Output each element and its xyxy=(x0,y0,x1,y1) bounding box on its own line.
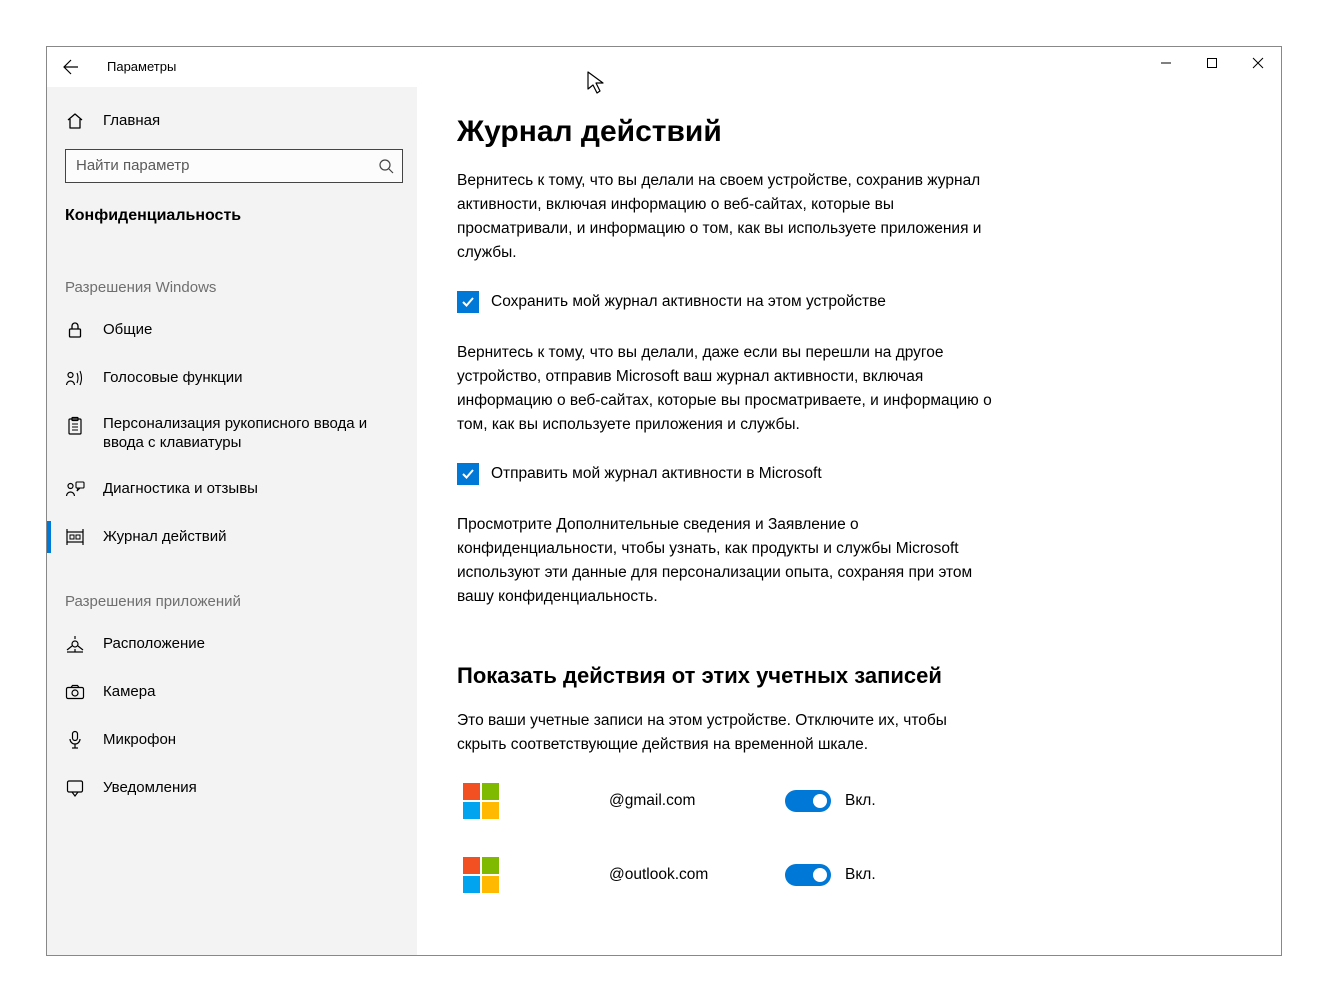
account-name: @gmail.com xyxy=(609,792,785,810)
toggle-state-label: Вкл. xyxy=(845,792,876,810)
main-content: Журнал действий Вернитесь к тому, что вы… xyxy=(417,87,1281,955)
checkbox-icon xyxy=(457,291,479,313)
intro-paragraph-2: Вернитесь к тому, что вы делали, даже ес… xyxy=(457,341,997,437)
sidebar-item-location[interactable]: Расположение xyxy=(47,620,417,668)
page-title: Журнал действий xyxy=(457,115,1241,149)
sidebar-item-notifications[interactable]: Уведомления xyxy=(47,764,417,812)
checkbox-label: Сохранить мой журнал активности на этом … xyxy=(491,293,886,311)
sidebar-item-inking[interactable]: Персонализация рукописного ввода и ввода… xyxy=(47,402,417,465)
window-controls xyxy=(1143,47,1281,79)
window-title: Параметры xyxy=(95,59,176,74)
accounts-paragraph: Это ваши учетные записи на этом устройст… xyxy=(457,709,997,757)
sidebar-item-label: Микрофон xyxy=(103,730,176,750)
home-icon xyxy=(65,111,85,131)
search-box[interactable] xyxy=(65,149,403,183)
toggle-state-label: Вкл. xyxy=(845,866,876,884)
settings-window: Параметры Главная xyxy=(46,46,1282,956)
sidebar-item-diagnostics[interactable]: Диагностика и отзывы xyxy=(47,465,417,513)
sidebar-item-label: Общие xyxy=(103,320,152,340)
titlebar: Параметры xyxy=(47,47,1281,87)
microphone-icon xyxy=(65,730,85,750)
sidebar-item-microphone[interactable]: Микрофон xyxy=(47,716,417,764)
sidebar-item-general[interactable]: Общие xyxy=(47,306,417,354)
account-row-outlook: @outlook.com Вкл. xyxy=(457,857,1241,893)
search-icon xyxy=(378,158,394,174)
sidebar-item-label: Персонализация рукописного ввода и ввода… xyxy=(103,414,399,453)
account-toggle[interactable] xyxy=(785,864,831,886)
maximize-button[interactable] xyxy=(1189,47,1235,79)
checkbox-send-microsoft[interactable]: Отправить мой журнал активности в Micros… xyxy=(457,463,1241,485)
lock-icon xyxy=(65,320,85,340)
account-toggle[interactable] xyxy=(785,790,831,812)
sidebar-item-label: Камера xyxy=(103,682,155,702)
sidebar-item-label: Голосовые функции xyxy=(103,368,243,388)
arrow-left-icon xyxy=(63,59,79,75)
minimize-icon xyxy=(1160,57,1172,69)
microsoft-logo-icon xyxy=(463,857,499,893)
sidebar: Главная Конфиденциальность Разрешения Wi… xyxy=(47,87,417,955)
location-icon xyxy=(65,634,85,654)
voice-icon xyxy=(65,368,85,388)
sidebar-item-voice[interactable]: Голосовые функции xyxy=(47,354,417,402)
minimize-button[interactable] xyxy=(1143,47,1189,79)
feedback-icon xyxy=(65,479,85,499)
clipboard-icon xyxy=(65,416,85,436)
maximize-icon xyxy=(1206,57,1218,69)
microsoft-logo-icon xyxy=(463,783,499,819)
account-name: @outlook.com xyxy=(609,866,785,884)
sidebar-item-label: Диагностика и отзывы xyxy=(103,479,258,499)
accounts-subtitle: Показать действия от этих учетных записе… xyxy=(457,663,1241,689)
sidebar-item-camera[interactable]: Камера xyxy=(47,668,417,716)
checkbox-icon xyxy=(457,463,479,485)
checkbox-label: Отправить мой журнал активности в Micros… xyxy=(491,465,822,483)
camera-icon xyxy=(65,682,85,702)
section-app-permissions: Разрешения приложений xyxy=(47,561,417,620)
section-windows-permissions: Разрешения Windows xyxy=(47,247,417,306)
privacy-paragraph: Просмотрите Дополнительные сведения и За… xyxy=(457,513,997,609)
back-button[interactable] xyxy=(47,47,95,87)
search-input[interactable] xyxy=(76,157,378,174)
account-row-gmail: @gmail.com Вкл. xyxy=(457,783,1241,819)
sidebar-item-label: Расположение xyxy=(103,634,205,654)
intro-paragraph-1: Вернитесь к тому, что вы делали на своем… xyxy=(457,169,997,265)
close-icon xyxy=(1252,57,1264,69)
sidebar-item-activity-history[interactable]: Журнал действий xyxy=(47,513,417,561)
checkbox-store-device[interactable]: Сохранить мой журнал активности на этом … xyxy=(457,291,1241,313)
body: Главная Конфиденциальность Разрешения Wi… xyxy=(47,87,1281,955)
close-button[interactable] xyxy=(1235,47,1281,79)
search-wrap xyxy=(47,141,417,195)
timeline-icon xyxy=(65,527,85,547)
sidebar-item-label: Уведомления xyxy=(103,778,197,798)
sidebar-home[interactable]: Главная xyxy=(47,101,417,141)
notifications-icon xyxy=(65,778,85,798)
category-label: Конфиденциальность xyxy=(47,195,417,247)
sidebar-home-label: Главная xyxy=(103,112,160,129)
sidebar-item-label: Журнал действий xyxy=(103,527,226,547)
